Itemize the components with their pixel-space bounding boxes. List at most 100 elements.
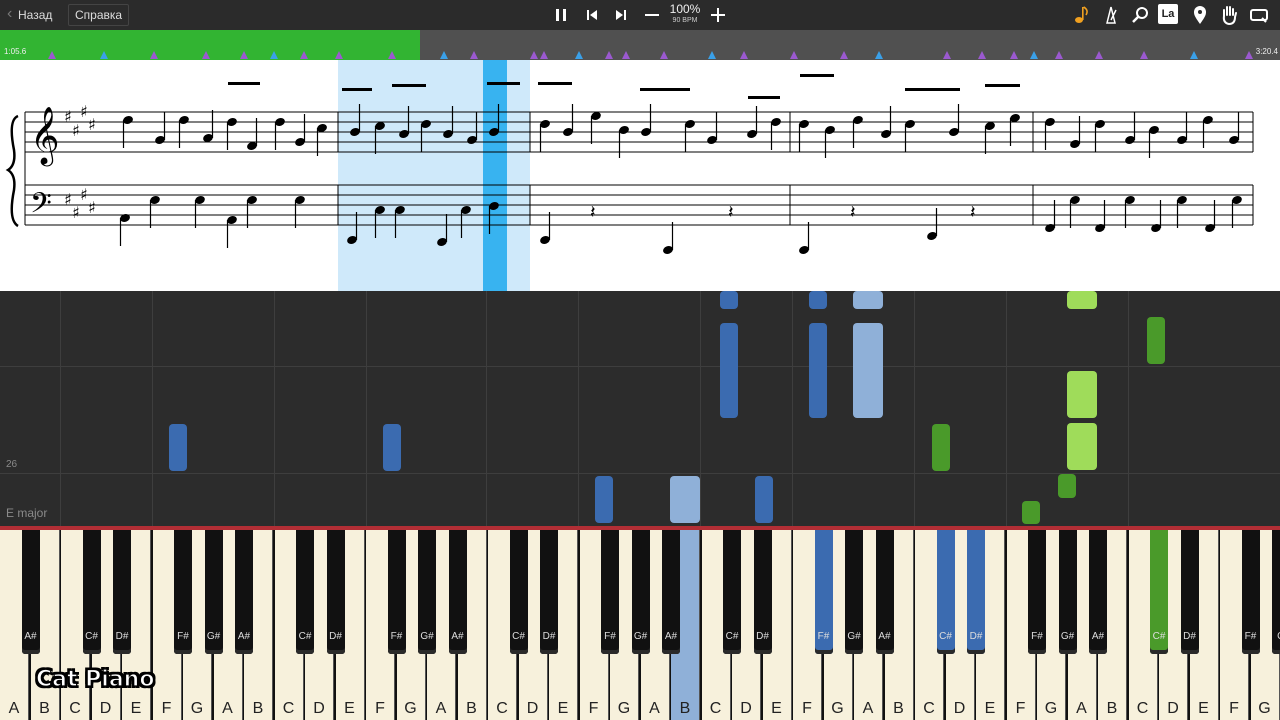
timeline-marker	[660, 51, 668, 59]
roll-beat-line	[274, 291, 275, 526]
piano-key-label: A#	[451, 631, 464, 642]
timeline-marker	[150, 51, 158, 59]
piano-key-black[interactable]: G#	[204, 530, 223, 654]
roll-measure-line	[0, 366, 1280, 367]
piano-key-label: F	[802, 700, 812, 717]
piano-key-black[interactable]: F#	[814, 530, 833, 654]
piano-key-black[interactable]: C#	[509, 530, 528, 654]
piano-key-label: G#	[206, 631, 221, 642]
timeline-marker	[978, 51, 986, 59]
piano-key-label: A#	[664, 631, 678, 642]
skip-back-icon[interactable]	[580, 3, 604, 27]
piano-key-label: G	[1258, 700, 1271, 717]
note-beam	[800, 74, 834, 77]
svg-text:♯: ♯	[80, 102, 88, 121]
piano-key-black[interactable]: F#	[387, 530, 406, 654]
svg-text:♯: ♯	[72, 203, 80, 222]
roll-beat-line	[152, 291, 153, 526]
piano-key-black[interactable]: F#	[1241, 530, 1260, 654]
piano-key-black[interactable]: A#	[875, 530, 894, 654]
metronome-note-icon[interactable]	[1071, 4, 1093, 26]
piano-key-label: F#	[177, 631, 189, 642]
marker-icon[interactable]	[1189, 4, 1211, 26]
falling-note	[809, 323, 827, 418]
piano-key-black[interactable]: A#	[235, 530, 253, 654]
piano-key-label: B	[679, 700, 691, 717]
zoom-out-icon[interactable]	[640, 3, 664, 27]
bass-clef: 𝄢	[30, 187, 52, 227]
piano-key-black[interactable]: G#	[845, 530, 863, 654]
falling-note	[1147, 317, 1165, 364]
piano-key-black[interactable]: A#	[662, 530, 680, 654]
timeline-marker	[840, 51, 848, 59]
piano-key-black[interactable]: D#	[1180, 530, 1199, 654]
piano-key-label: F	[1015, 700, 1026, 717]
timeline-marker	[1010, 51, 1018, 59]
note-label-icon[interactable]: La	[1158, 4, 1178, 24]
falling-note	[383, 424, 401, 471]
piano-key-label: A#	[237, 631, 251, 642]
piano-key-label: D#	[329, 631, 342, 642]
piano-key-label: E	[1198, 700, 1209, 717]
piano-key-label: C	[69, 700, 81, 717]
skip-forward-icon[interactable]	[609, 3, 633, 27]
piano-key-label: A#	[24, 631, 37, 642]
piano-key-black[interactable]: G	[1272, 530, 1280, 654]
metronome-icon[interactable]	[1100, 4, 1122, 26]
piano-key-label: F#	[390, 631, 403, 642]
score: 𝄞 𝄢 ♯♯♯♯ ♯♯♯♯ 𝄽 𝄽 𝄽 𝄽	[5, 60, 1254, 291]
piano-key-label: B	[1106, 700, 1118, 717]
timeline-marker	[943, 51, 951, 59]
piano-key-label: G#	[633, 631, 648, 642]
falling-note	[853, 323, 883, 418]
piano-key-black[interactable]: D#	[967, 530, 985, 654]
timeline-marker	[605, 51, 613, 59]
piano-key-label: A#	[878, 631, 891, 642]
back-button[interactable]: Назад	[4, 3, 60, 26]
sheet-music[interactable]: 𝄞 𝄢 ♯ ♯ ♯ ♯ ♯ ♯ ♯ ♯ 𝄽 𝄽 𝄽 𝄽	[0, 60, 1280, 291]
zoom-in-icon[interactable]	[706, 3, 730, 27]
help-button[interactable]: Справка	[68, 4, 130, 26]
piano-key-black[interactable]: D#	[113, 530, 131, 654]
piano-key-label: C#	[1152, 631, 1166, 642]
timeline-marker	[300, 51, 308, 59]
piano-key-label: A	[649, 700, 660, 717]
time-elapsed: 1:05.6	[4, 47, 27, 56]
piano-key-black[interactable]: A#	[21, 530, 40, 654]
timeline-marker	[622, 51, 630, 59]
piano-key-black[interactable]: F#	[174, 530, 192, 654]
piano-key-black[interactable]: D#	[540, 530, 558, 654]
pause-icon[interactable]	[549, 3, 573, 27]
piano-key-black[interactable]: F#	[601, 530, 619, 654]
notes: 𝄽 𝄽 𝄽 𝄽	[119, 74, 1242, 254]
piano-key-black[interactable]: D#	[753, 530, 772, 654]
timeline-marker	[202, 51, 210, 59]
piano-key-black[interactable]: F#	[1028, 530, 1046, 654]
piano-key-black[interactable]: A#	[1089, 530, 1107, 654]
piano-key-black[interactable]: G#	[418, 530, 436, 654]
search-icon[interactable]	[1129, 4, 1151, 26]
timeline[interactable]: 1:05.6 3:20.4	[0, 30, 1280, 60]
piano-roll: 26 E major	[0, 291, 1280, 526]
piano-key-black[interactable]: C#	[296, 530, 314, 654]
piano-key-black[interactable]: G#	[631, 530, 650, 654]
piano-key-black[interactable]: D#	[326, 530, 345, 654]
piano-key-black[interactable]: C#	[936, 530, 955, 654]
piano-key-black[interactable]: C#	[723, 530, 741, 654]
piano-key-label: G#	[847, 631, 861, 642]
piano-key-black[interactable]: A#	[448, 530, 467, 654]
hand-icon[interactable]	[1218, 4, 1240, 26]
piano-key-black[interactable]: C#	[82, 530, 101, 654]
piano-key-label: G	[190, 700, 204, 717]
falling-note	[755, 476, 773, 523]
timeline-marker	[1190, 51, 1198, 59]
timeline-marker	[1095, 51, 1103, 59]
loop-icon[interactable]	[1248, 4, 1270, 26]
piano-key-label: A	[435, 700, 447, 717]
brace	[5, 114, 19, 228]
piano-key-black[interactable]: G#	[1058, 530, 1077, 654]
roll-beat-line	[366, 291, 367, 526]
piano-key-black[interactable]: C#	[1150, 530, 1168, 654]
piano-key-label: F#	[817, 631, 830, 642]
piano-key-label: F	[375, 700, 385, 717]
